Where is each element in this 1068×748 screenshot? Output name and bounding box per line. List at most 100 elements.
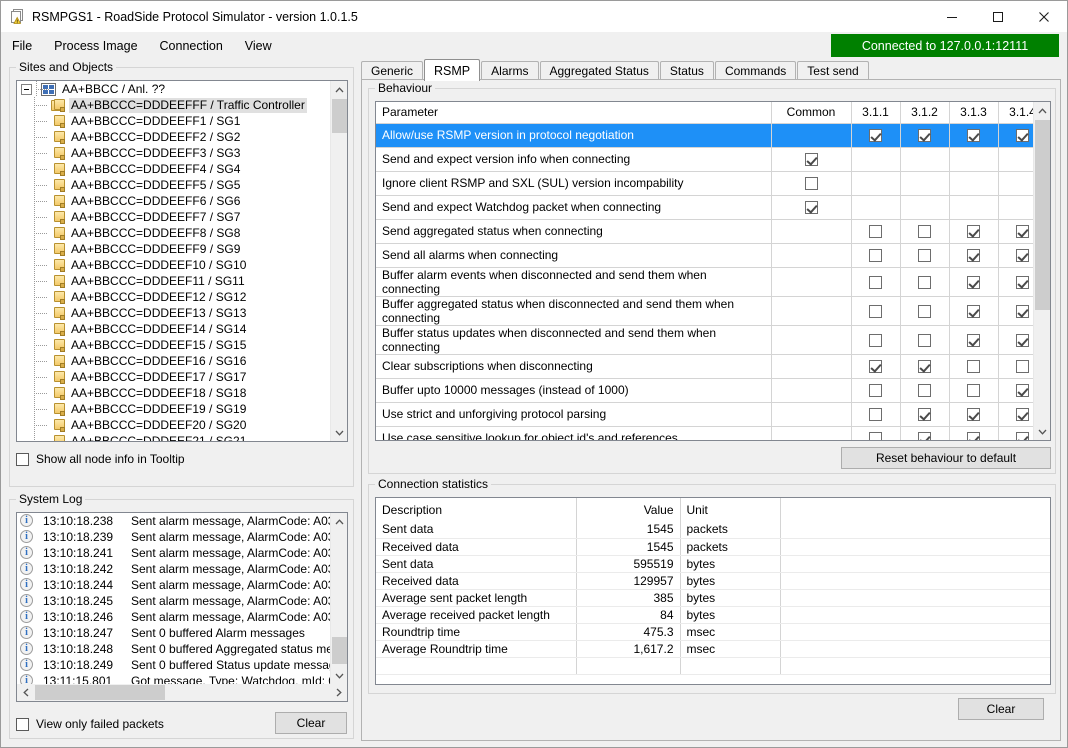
tree-node[interactable]: AA+BBCCC=DDDEEF16 / SG16 [17,353,332,369]
checkbox-box[interactable] [16,718,29,731]
behaviour-col-header[interactable]: 3.1.4 [998,102,1035,123]
behaviour-cell-v311[interactable] [851,354,900,378]
tree-node[interactable]: AA+BBCCC=DDDEEF20 / SG20 [17,417,332,433]
behaviour-col-header[interactable]: 3.1.2 [900,102,949,123]
behaviour-cell-v312[interactable] [900,123,949,147]
log-row[interactable]: i13:10:18.242Sent alarm message, AlarmCo… [17,561,332,577]
grid-checkbox[interactable] [918,408,931,421]
grid-checkbox[interactable] [918,384,931,397]
behaviour-row[interactable]: Buffer status updates when disconnected … [376,325,1035,354]
grid-checkbox[interactable] [918,249,931,262]
grid-checkbox[interactable] [1016,129,1029,142]
tree-node[interactable]: AA+BBCCC=DDDEEFF9 / SG9 [17,241,332,257]
behaviour-row[interactable]: Send aggregated status when connecting [376,219,1035,243]
behaviour-row[interactable]: Ignore client RSMP and SXL (SUL) version… [376,171,1035,195]
tree-node[interactable]: AA+BBCCC=DDDEEF10 / SG10 [17,257,332,273]
statistics-row[interactable]: Roundtrip time475.3msec [376,623,1050,640]
log-row[interactable]: i13:10:18.239Sent alarm message, AlarmCo… [17,529,332,545]
log-row[interactable]: i13:10:18.248Sent 0 buffered Aggregated … [17,641,332,657]
behaviour-col-header[interactable]: Common [771,102,851,123]
grid-checkbox[interactable] [805,201,818,214]
log-row[interactable]: i13:10:18.245Sent alarm message, AlarmCo… [17,593,332,609]
behaviour-cell-v313[interactable] [949,325,998,354]
tree-node[interactable]: AA+BBCCC=DDDEEFF3 / SG3 [17,145,332,161]
tree-node[interactable]: AA+BBCCC=DDDEEF21 / SG21 [17,433,332,441]
tab-generic[interactable]: Generic [361,61,423,80]
grid-checkbox[interactable] [869,276,882,289]
log-row[interactable]: i13:10:18.238Sent alarm message, AlarmCo… [17,513,332,529]
tab-rsmp[interactable]: RSMP [424,59,480,81]
scroll-up-icon[interactable] [331,513,348,530]
behaviour-cell-v313[interactable] [949,243,998,267]
tree-node[interactable]: AA+BBCCC=DDDEEFF4 / SG4 [17,161,332,177]
behaviour-row[interactable]: Buffer aggregated status when disconnect… [376,296,1035,325]
behaviour-row[interactable]: Send and expect Watchdog packet when con… [376,195,1035,219]
statistics-row[interactable]: Average Roundtrip time1,617.2msec [376,640,1050,657]
behaviour-cell-v313[interactable] [949,354,998,378]
reset-behaviour-button[interactable]: Reset behaviour to default [841,447,1051,469]
behaviour-cell-v311[interactable] [851,296,900,325]
tree-node[interactable]: AA+BBCCC=DDDEEF12 / SG12 [17,289,332,305]
grid-checkbox[interactable] [1016,408,1029,421]
log-row[interactable]: i13:10:18.246Sent alarm message, AlarmCo… [17,609,332,625]
statistics-row[interactable]: Average sent packet length385bytes [376,589,1050,606]
tab-alarms[interactable]: Alarms [481,61,538,80]
grid-checkbox[interactable] [1016,305,1029,318]
behaviour-cell-v311[interactable] [851,267,900,296]
system-log-vscrollbar[interactable] [330,513,347,684]
grid-checkbox[interactable] [805,153,818,166]
behaviour-cell-v313[interactable] [949,402,998,426]
grid-checkbox[interactable] [869,360,882,373]
behaviour-cell-v312[interactable] [900,267,949,296]
grid-checkbox[interactable] [918,360,931,373]
tab-commands[interactable]: Commands [715,61,796,80]
behaviour-cell-common[interactable] [771,195,851,219]
grid-checkbox[interactable] [1016,384,1029,397]
behaviour-cell-v313[interactable] [949,267,998,296]
tab-test-send[interactable]: Test send [797,61,868,80]
behaviour-cell-v313[interactable] [949,378,998,402]
statistics-col-header[interactable]: Description [376,498,576,521]
grid-checkbox[interactable] [869,408,882,421]
grid-checkbox[interactable] [918,432,931,440]
behaviour-cell-v311[interactable] [851,402,900,426]
show-node-info-tooltip-checkbox[interactable]: Show all node info in Tooltip [16,452,185,466]
behaviour-cell-v312[interactable] [900,243,949,267]
tree-node[interactable]: AA+BBCCC=DDDEEFF1 / SG1 [17,113,332,129]
grid-checkbox[interactable] [869,384,882,397]
behaviour-cell-v313[interactable] [949,123,998,147]
behaviour-table[interactable]: ParameterCommon3.1.13.1.23.1.33.1.4 Allo… [375,101,1051,441]
sites-tree-vscrollbar[interactable] [330,81,347,441]
menu-file[interactable]: File [1,35,43,57]
behaviour-cell-v314[interactable] [998,243,1035,267]
behaviour-cell-v311[interactable] [851,219,900,243]
behaviour-cell-common[interactable] [771,171,851,195]
scroll-down-icon[interactable] [331,667,348,684]
scroll-down-icon[interactable] [331,424,348,441]
checkbox-box[interactable] [16,453,29,466]
behaviour-cell-v311[interactable] [851,243,900,267]
scroll-right-icon[interactable] [330,684,347,701]
log-row[interactable]: i13:10:18.241Sent alarm message, AlarmCo… [17,545,332,561]
grid-checkbox[interactable] [967,276,980,289]
scroll-up-icon[interactable] [1034,102,1051,119]
grid-checkbox[interactable] [869,129,882,142]
behaviour-row[interactable]: Buffer upto 10000 messages (instead of 1… [376,378,1035,402]
behaviour-vscrollbar[interactable] [1033,102,1050,440]
behaviour-row[interactable]: Use strict and unforgiving protocol pars… [376,402,1035,426]
statistics-row[interactable]: Average received packet length84bytes [376,606,1050,623]
grid-checkbox[interactable] [869,432,882,440]
statistics-col-header[interactable]: Value [576,498,680,521]
behaviour-cell-v313[interactable] [949,296,998,325]
tree-expander-icon[interactable] [21,84,32,95]
close-button[interactable] [1021,1,1067,32]
behaviour-row[interactable]: Send all alarms when connecting [376,243,1035,267]
clear-statistics-button[interactable]: Clear [958,698,1044,720]
behaviour-cell-common[interactable] [771,147,851,171]
statistics-col-header[interactable]: Unit [680,498,780,521]
behaviour-cell-v313[interactable] [949,426,998,440]
behaviour-cell-v312[interactable] [900,354,949,378]
minimize-button[interactable] [929,1,975,32]
behaviour-cell-v312[interactable] [900,426,949,440]
grid-checkbox[interactable] [918,305,931,318]
